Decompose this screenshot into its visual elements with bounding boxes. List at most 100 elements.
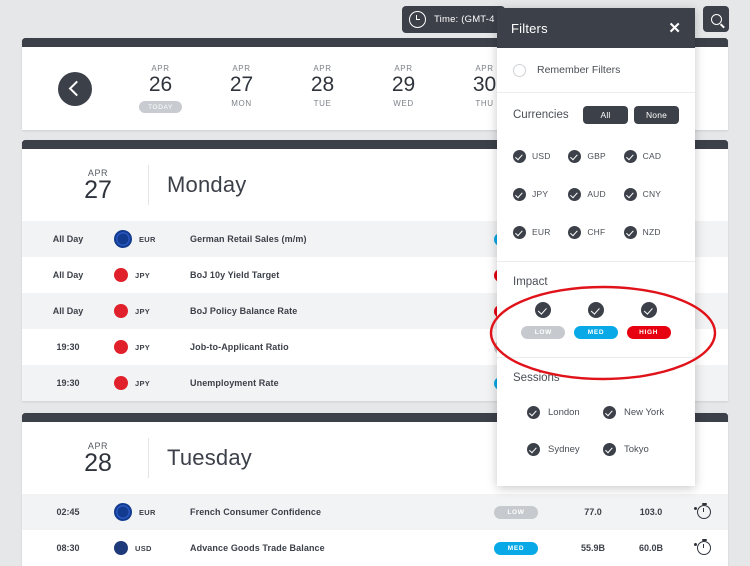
event-name: Advance Goods Trade Balance xyxy=(190,543,468,553)
event-row[interactable]: 08:30USDAdvance Goods Trade BalanceMED55… xyxy=(22,530,728,566)
date-item-27[interactable]: APR27MON xyxy=(201,64,282,114)
session-filter-label: London xyxy=(548,407,580,418)
chevron-left-icon xyxy=(69,81,85,97)
checkbox-checked-icon xyxy=(527,406,540,419)
flag-icon-eur xyxy=(114,230,132,248)
currency-code: JPY xyxy=(135,343,150,352)
event-name: German Retail Sales (m/m) xyxy=(190,234,468,244)
event-time: 19:30 xyxy=(22,342,114,352)
checkbox-checked-icon xyxy=(513,150,526,163)
impact-badge: MED xyxy=(494,542,538,555)
session-filter-london[interactable]: London xyxy=(527,394,603,431)
day-name: Monday xyxy=(167,172,246,198)
currency-filter-label: AUD xyxy=(587,189,606,199)
currencies-section: Currencies All None USD GBP CAD JPY AUD CNY EU… xyxy=(497,93,695,261)
event-impact-cell: MED xyxy=(468,542,564,555)
event-impact-cell: LOW xyxy=(468,506,564,519)
date-item-29[interactable]: APR29 WED xyxy=(363,64,444,114)
event-forecast: 60.0B xyxy=(622,543,680,553)
search-icon xyxy=(711,14,722,25)
event-actual: 77.0 xyxy=(564,507,622,517)
currency-filter-gbp[interactable]: GBP xyxy=(568,137,623,175)
checkbox-checked-icon xyxy=(568,226,581,239)
timezone-label: Time: (GMT-4 xyxy=(434,14,495,25)
date-month: APR xyxy=(363,64,444,73)
checkbox-checked-icon xyxy=(527,443,540,456)
session-filter-new-york[interactable]: New York xyxy=(603,394,679,431)
event-currency: JPY xyxy=(114,304,190,318)
date-item-26[interactable]: APR26TODAY xyxy=(120,64,201,114)
event-currency: EUR xyxy=(114,503,190,521)
checkbox-checked-icon xyxy=(603,406,616,419)
currency-filter-label: CHF xyxy=(587,227,605,237)
currency-filter-usd[interactable]: USD xyxy=(513,137,568,175)
date-item-28[interactable]: APR28TUE xyxy=(282,64,363,114)
checkbox-checked-icon xyxy=(513,188,526,201)
remember-filters-toggle[interactable]: Remember Filters xyxy=(513,48,679,92)
event-currency: JPY xyxy=(114,268,190,282)
impact-label: Impact xyxy=(513,262,679,288)
select-none-button[interactable]: None xyxy=(634,106,679,124)
event-name: Job-to-Applicant Ratio xyxy=(190,342,468,352)
currency-filter-label: NZD xyxy=(643,227,661,237)
close-icon[interactable]: ✕ xyxy=(668,21,681,36)
currency-code: USD xyxy=(135,544,152,553)
flag-icon-jpy xyxy=(114,268,128,282)
day-name: Tuesday xyxy=(167,445,252,471)
currencies-label: Currencies xyxy=(513,109,577,121)
currency-filter-cad[interactable]: CAD xyxy=(624,137,679,175)
flag-icon-usd xyxy=(114,541,128,555)
clock-icon xyxy=(409,11,426,28)
session-filter-tokyo[interactable]: Tokyo xyxy=(603,431,679,468)
radio-unchecked-icon xyxy=(513,64,526,77)
previous-dates-button[interactable] xyxy=(58,72,92,106)
impact-section: Impact LOWMED HIGH xyxy=(497,262,695,357)
session-filter-sydney[interactable]: Sydney xyxy=(527,431,603,468)
event-currency: EUR xyxy=(114,230,190,248)
session-filter-label: Sydney xyxy=(548,444,580,455)
currency-filter-label: CAD xyxy=(643,151,662,161)
currency-filter-label: USD xyxy=(532,151,551,161)
event-alert-cell[interactable] xyxy=(680,505,728,519)
event-time: All Day xyxy=(22,270,114,280)
select-all-button[interactable]: All xyxy=(583,106,628,124)
currency-grid: USD GBP CAD JPY AUD CNY EUR CHF NZD xyxy=(513,137,679,261)
impact-filter-high[interactable]: HIGH xyxy=(622,302,675,339)
impact-filter-low[interactable]: LOW xyxy=(517,302,570,339)
filters-title: Filters xyxy=(511,21,548,36)
currency-code: JPY xyxy=(135,307,150,316)
flag-icon-jpy xyxy=(114,304,128,318)
currency-filter-chf[interactable]: CHF xyxy=(568,213,623,251)
impact-filter-med[interactable]: MED xyxy=(570,302,623,339)
checkbox-checked-icon xyxy=(624,226,637,239)
checkbox-checked-icon xyxy=(588,302,604,318)
date-weekday: WED xyxy=(363,99,444,108)
date-number: 29 xyxy=(363,74,444,96)
currency-filter-jpy[interactable]: JPY xyxy=(513,175,568,213)
checkbox-checked-icon xyxy=(603,443,616,456)
divider xyxy=(148,165,149,205)
sessions-grid: London New York Sydney Tokyo xyxy=(513,384,679,486)
currency-filter-label: JPY xyxy=(532,189,548,199)
search-button[interactable] xyxy=(703,6,729,32)
checkbox-checked-icon xyxy=(568,188,581,201)
session-filter-label: Tokyo xyxy=(624,444,649,455)
day-number: 27 xyxy=(66,178,130,203)
timezone-selector[interactable]: Time: (GMT-4 xyxy=(402,6,505,33)
currency-filter-label: EUR xyxy=(532,227,551,237)
currency-filter-aud[interactable]: AUD xyxy=(568,175,623,213)
currency-filter-cny[interactable]: CNY xyxy=(624,175,679,213)
flag-icon-jpy xyxy=(114,340,128,354)
checkbox-checked-icon xyxy=(535,302,551,318)
currency-filter-nzd[interactable]: NZD xyxy=(624,213,679,251)
event-alert-cell[interactable] xyxy=(680,541,728,555)
event-row[interactable]: 02:45EURFrench Consumer ConfidenceLOW77.… xyxy=(22,494,728,530)
day-date: APR27 xyxy=(66,168,130,203)
date-number: 26 xyxy=(120,74,201,96)
checkbox-checked-icon xyxy=(624,188,637,201)
event-actual: 55.9B xyxy=(564,543,622,553)
day-number: 28 xyxy=(66,451,130,476)
impact-filter-badge: HIGH xyxy=(627,326,671,339)
currency-filter-eur[interactable]: EUR xyxy=(513,213,568,251)
currency-code: EUR xyxy=(139,235,156,244)
